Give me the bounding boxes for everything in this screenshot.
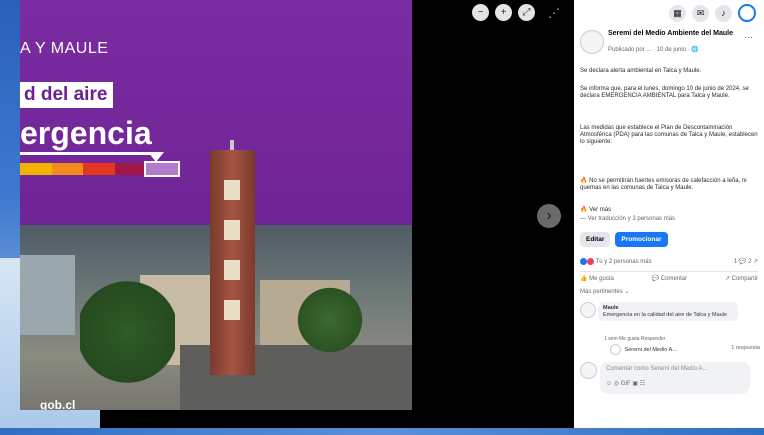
composer-avatar — [580, 362, 597, 379]
scale-segment-regular — [51, 163, 84, 175]
edit-button[interactable]: Editar — [580, 232, 611, 247]
scale-marker-icon — [148, 152, 164, 162]
comment-actions[interactable]: 1 sem Me gusta Responder — [604, 336, 665, 342]
air-quality-scale — [20, 161, 180, 177]
viewer-more-icon[interactable]: ⋰ — [548, 6, 560, 20]
post-stats: Tú y 2 personas más 1 💬 2 ↗ — [580, 258, 758, 265]
post-text-paragraph: Se informa que, para el lunes, domingo 1… — [580, 86, 749, 99]
zoom-out-icon[interactable]: − — [472, 4, 489, 21]
comment-sort-dropdown[interactable]: Más pertinentes ⌄ — [580, 288, 629, 295]
post-side-panel: ▦ ✉ ♪ Seremi del Medio Ambiente del Maul… — [574, 0, 764, 428]
reply-count: 1 respuesta — [731, 345, 760, 351]
scale-segment-alert — [83, 163, 115, 175]
reply-author: Seremi del Medio A... — [624, 346, 677, 353]
church-spire-tip — [230, 140, 234, 150]
comment-bubble: Maule Emergencia en la calidad del aire … — [598, 302, 738, 321]
church-tower — [210, 150, 255, 375]
scale-segment-good — [20, 163, 52, 175]
post-author[interactable]: Seremi del Medio Ambiente del Maule — [608, 30, 738, 38]
scale-segment-emergency — [144, 161, 180, 177]
messenger-icon[interactable]: ✉ — [692, 4, 709, 22]
reply-avatar — [610, 344, 621, 355]
comment-button[interactable]: 💬 Comentar — [652, 275, 687, 282]
tower-window — [224, 220, 240, 240]
composer-tools[interactable]: ☺ ◎ GIF ▣ ☷ — [606, 380, 645, 387]
like-button[interactable]: 👍 Me gusta — [580, 275, 614, 282]
post-text-paragraph: Las medidas que establece el Plan de Des… — [580, 125, 758, 145]
post-image: A Y MAULE d del aire ergencia gob.cl — [20, 0, 412, 410]
comment-share-counts[interactable]: 1 💬 2 ↗ — [734, 258, 758, 265]
comment-input-placeholder: Comentar como Seremi del Medio A... — [606, 366, 708, 372]
fullscreen-icon[interactable]: ⤢ — [518, 4, 535, 21]
tower-window — [224, 300, 240, 320]
photo-viewer: A Y MAULE d del aire ergencia gob.cl − +… — [0, 0, 574, 435]
building — [20, 255, 75, 335]
palm-tree — [80, 280, 175, 410]
post-actions: 👍 Me gusta 💬 Comentar ↗ Compartir — [580, 271, 758, 282]
poster-emergency-label: ergencia — [20, 114, 154, 155]
viewer-toolbar: − + ⤢ — [472, 4, 535, 21]
page-avatar[interactable] — [580, 30, 604, 54]
comment-text: Emergencia en la calidad del aire de Tal… — [603, 311, 728, 318]
comment-reply-row[interactable]: Seremi del Medio A... 1 respuesta — [610, 344, 760, 355]
tower-window — [224, 260, 240, 280]
reaction-icons[interactable] — [580, 258, 594, 265]
poster-air-quality-label: d del aire — [20, 82, 114, 108]
notifications-icon[interactable]: ♪ — [715, 4, 732, 22]
comment-input[interactable]: Comentar como Seremi del Medio A... ☺ ◎ … — [600, 362, 750, 394]
post-options-icon[interactable]: ··· — [744, 32, 753, 42]
poster-region-text: A Y MAULE — [20, 40, 109, 57]
zoom-in-icon[interactable]: + — [495, 4, 512, 21]
top-bar: ▦ ✉ ♪ — [574, 0, 764, 26]
post-text-paragraph: 🔥 No se permitirán fuentes emisoras de c… — [580, 178, 747, 191]
post-meta: Publicado por ... · 10 de junio · 🌐 — [608, 47, 699, 53]
menu-grid-icon[interactable]: ▦ — [669, 4, 686, 22]
promote-button[interactable]: Promocionar — [615, 232, 668, 247]
taskbar-strip — [0, 428, 764, 435]
share-button[interactable]: ↗ Compartir — [725, 275, 758, 282]
account-avatar[interactable] — [738, 4, 756, 22]
post-text-paragraph: Se declara alerta ambiental en Talca y M… — [580, 68, 702, 74]
commenter-avatar[interactable] — [580, 302, 596, 318]
tower-window — [224, 180, 240, 200]
gob-logo: gob.cl — [40, 398, 76, 410]
see-more-link[interactable]: 🔥 Ver más — [580, 207, 758, 214]
post-button-row: Editar Promocionar — [580, 232, 668, 247]
reaction-summary[interactable]: Tú y 2 personas más — [596, 259, 652, 265]
scale-segment-preemergency — [114, 163, 147, 175]
see-translation-link[interactable]: — Ver traducción y 3 personas más — [580, 216, 758, 223]
next-photo-button[interactable]: › — [537, 204, 561, 228]
tree — [290, 285, 370, 355]
